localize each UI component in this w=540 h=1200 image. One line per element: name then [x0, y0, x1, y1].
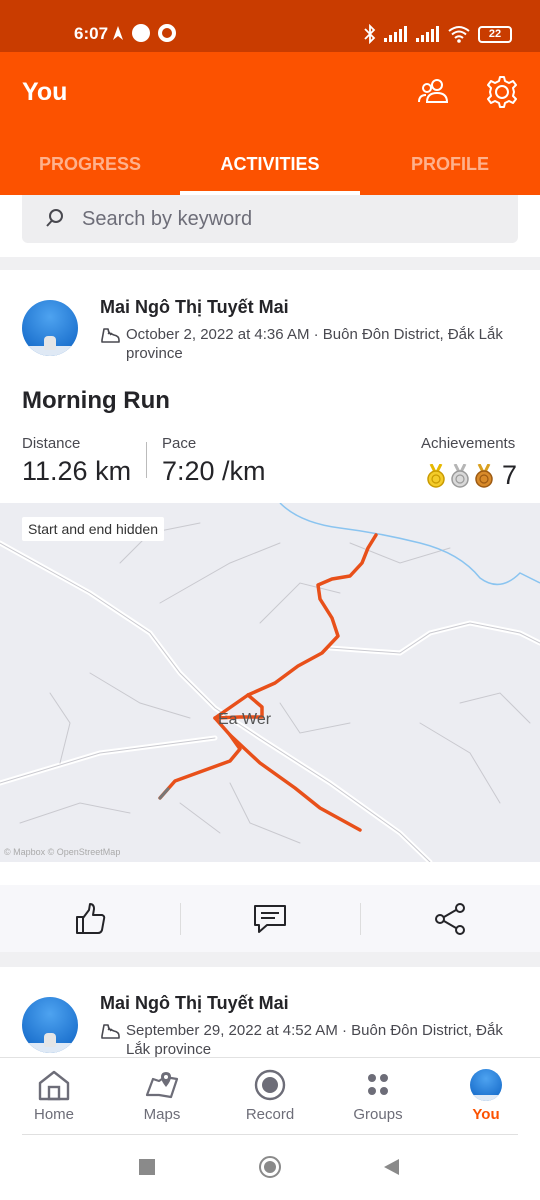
avatar — [470, 1069, 502, 1101]
athlete-name-2[interactable]: Mai Ngô Thị Tuyết Mai — [100, 993, 289, 1014]
silver-medal-icon — [451, 463, 469, 488]
activity-actions — [0, 885, 540, 952]
comment-icon — [254, 904, 286, 933]
nav-maps[interactable]: Maps — [108, 1058, 216, 1140]
map-roads — [0, 503, 540, 862]
wifi-icon — [448, 26, 470, 43]
activity-meta: October 2, 2022 at 4:36 AM · Buôn Đôn Di… — [100, 325, 520, 363]
thumbs-up-icon — [76, 902, 106, 934]
nav-groups-label: Groups — [353, 1106, 403, 1123]
comment-button[interactable] — [180, 885, 360, 952]
app-header: You PROGRESS ACTIVITIES PROFILE — [0, 52, 540, 195]
achievements-count: 7 — [502, 460, 518, 490]
search-icon — [46, 209, 63, 227]
notification-ring-icon — [158, 24, 176, 42]
nav-record-label: Record — [245, 1106, 295, 1123]
status-time: 6:07 — [74, 24, 109, 43]
route-map[interactable]: Start and end hidden Ea Wer © Mapbox © O… — [0, 503, 540, 862]
map-icon — [145, 1072, 179, 1099]
stat-divider — [146, 442, 147, 478]
nav-maps-label: Maps — [143, 1106, 181, 1123]
record-icon — [254, 1069, 286, 1101]
nav-you[interactable]: You — [432, 1058, 540, 1140]
activity-card[interactable]: Mai Ngô Thị Tuyết Mai October 2, 2022 at… — [0, 270, 540, 952]
search-bar — [22, 195, 518, 243]
avatar-2[interactable] — [22, 997, 78, 1053]
nav-divider — [22, 1134, 518, 1135]
signal-icon — [384, 26, 407, 42]
privacy-badge: Start and end hidden — [22, 517, 164, 541]
pace-value: 7:20 /km — [162, 456, 266, 486]
activity-card-2[interactable]: Mai Ngô Thị Tuyết Mai September 29, 2022… — [0, 967, 540, 1067]
shoe-icon — [101, 328, 120, 343]
nav-home[interactable]: Home — [0, 1058, 108, 1140]
notification-dot-icon — [132, 24, 150, 42]
shoe-icon-2 — [101, 1024, 120, 1039]
tab-profile[interactable]: PROFILE — [360, 142, 540, 195]
distance-label: Distance — [22, 435, 81, 452]
nav-record[interactable]: Record — [216, 1058, 324, 1140]
navigation-arrow-icon — [113, 26, 123, 40]
nav-groups[interactable]: Groups — [324, 1058, 432, 1140]
groups-icon — [368, 1074, 388, 1095]
recent-apps-icon[interactable] — [138, 1158, 156, 1176]
activity-title[interactable]: Morning Run — [22, 387, 170, 415]
find-friends-icon[interactable] — [416, 74, 452, 110]
avatar[interactable] — [22, 300, 78, 356]
nav-you-label: You — [472, 1106, 500, 1123]
achievements-label: Achievements — [421, 435, 516, 452]
settings-gear-icon[interactable] — [484, 74, 520, 110]
search-section — [0, 195, 540, 257]
athlete-name[interactable]: Mai Ngô Thị Tuyết Mai — [100, 297, 289, 318]
share-icon — [435, 902, 465, 935]
bottom-navigation: Home Maps Record Groups You — [0, 1057, 540, 1140]
search-input[interactable] — [82, 204, 502, 234]
page-title: You — [22, 78, 68, 106]
bluetooth-icon — [364, 24, 376, 44]
distance-value: 11.26 km — [22, 456, 132, 486]
system-navigation — [0, 1140, 540, 1200]
status-bar: 6:07 22 — [0, 0, 540, 52]
tab-progress[interactable]: PROGRESS — [0, 142, 180, 195]
activity-meta-2: September 29, 2022 at 4:52 AM · Buôn Đôn… — [100, 1021, 520, 1059]
nav-home-label: Home — [33, 1106, 74, 1123]
kudos-button[interactable] — [0, 885, 180, 952]
battery-icon: 22 — [478, 25, 512, 43]
activity-date-location: October 2, 2022 at 4:36 AM · Buôn Đôn Di… — [126, 326, 503, 362]
bronze-medal-icon — [475, 463, 493, 488]
activity-date-location-2: September 29, 2022 at 4:52 AM · Buôn Đôn… — [126, 1022, 503, 1058]
back-icon[interactable] — [382, 1158, 400, 1176]
map-attribution: © Mapbox © OpenStreetMap — [4, 847, 121, 857]
signal-icon-2 — [416, 26, 439, 42]
home-icon — [38, 1070, 70, 1101]
share-button[interactable] — [360, 885, 540, 952]
tab-activities[interactable]: ACTIVITIES — [180, 142, 360, 195]
gold-medal-icon — [427, 463, 445, 488]
pace-label: Pace — [162, 435, 197, 452]
achievements-medals: 7 — [426, 460, 517, 491]
tab-bar: PROGRESS ACTIVITIES PROFILE — [0, 142, 540, 195]
map-place-label: Ea Wer — [218, 711, 272, 728]
home-button-icon[interactable] — [258, 1155, 282, 1179]
